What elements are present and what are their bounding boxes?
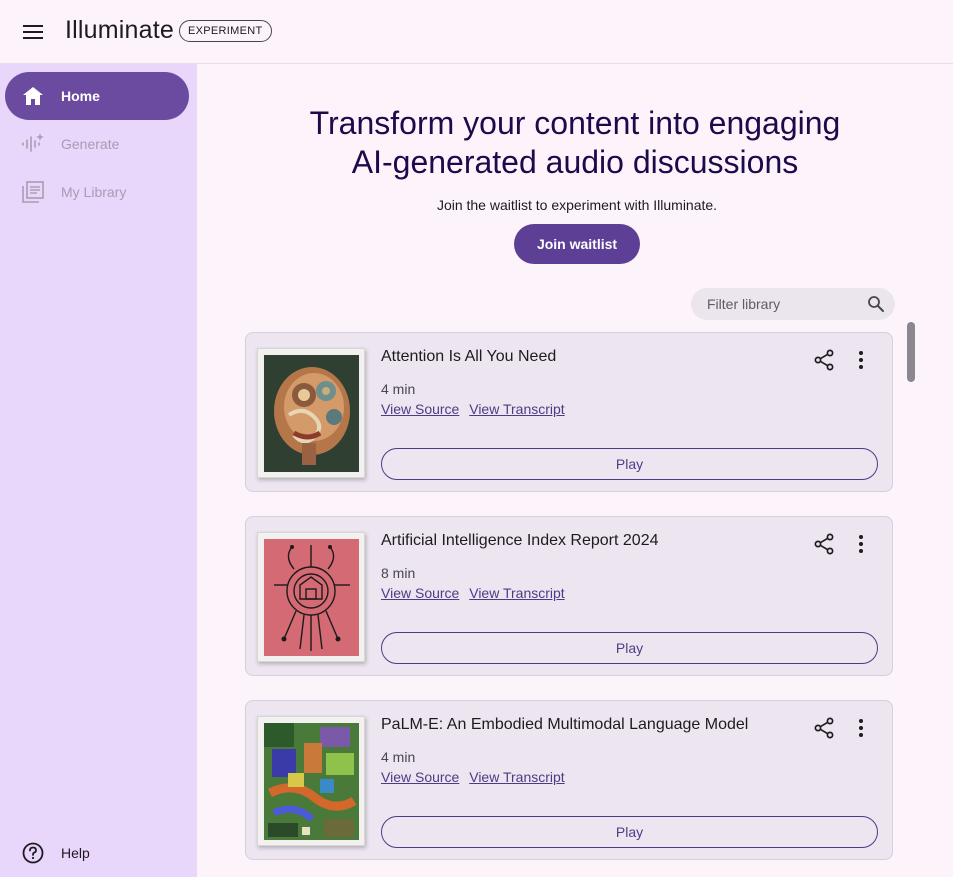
view-source-link[interactable]: View Source xyxy=(381,769,459,785)
view-source-link[interactable]: View Source xyxy=(381,585,459,601)
play-button[interactable]: Play xyxy=(381,632,878,664)
help-label: Help xyxy=(61,845,90,861)
home-icon xyxy=(21,84,45,108)
more-vert-icon[interactable] xyxy=(849,532,873,556)
sidebar-item-label: Home xyxy=(61,88,100,104)
audio-card: PaLM-E: An Embodied Multimodal Language … xyxy=(245,700,893,860)
filter-library-field[interactable] xyxy=(691,288,895,320)
scrollbar-thumb[interactable] xyxy=(907,322,915,382)
more-vert-icon[interactable] xyxy=(849,716,873,740)
more-vert-icon[interactable] xyxy=(849,348,873,372)
cover-art-image xyxy=(257,348,365,478)
sidebar-item-generate[interactable]: Generate xyxy=(5,120,189,168)
sidebar: Home Generate My Library Help xyxy=(0,64,197,877)
app-title: Illuminate xyxy=(65,16,174,44)
hero-subtitle: Join the waitlist to experiment with Ill… xyxy=(436,197,718,213)
sidebar-item-help[interactable]: Help xyxy=(5,829,189,877)
play-button[interactable]: Play xyxy=(381,448,878,480)
sidebar-item-my-library[interactable]: My Library xyxy=(5,168,189,216)
view-source-link[interactable]: View Source xyxy=(381,401,459,417)
search-icon[interactable] xyxy=(867,295,885,313)
card-duration: 4 min xyxy=(381,381,416,397)
view-transcript-link[interactable]: View Transcript xyxy=(469,585,564,601)
audio-card: Artificial Intelligence Index Report 202… xyxy=(245,516,893,676)
sparkle-waveform-icon xyxy=(21,132,45,156)
play-button[interactable]: Play xyxy=(381,816,878,848)
cover-art-image xyxy=(257,716,365,846)
join-waitlist-button[interactable]: Join waitlist xyxy=(514,224,640,264)
hero-title-line-2: AI-generated audio discussions xyxy=(351,144,799,180)
card-duration: 4 min xyxy=(381,749,416,765)
share-icon[interactable] xyxy=(812,348,836,372)
sidebar-item-home[interactable]: Home xyxy=(5,72,189,120)
card-title: PaLM-E: An Embodied Multimodal Language … xyxy=(381,716,749,733)
menu-icon[interactable] xyxy=(21,20,45,44)
view-transcript-link[interactable]: View Transcript xyxy=(469,401,564,417)
library-icon xyxy=(21,180,45,204)
view-transcript-link[interactable]: View Transcript xyxy=(469,769,564,785)
share-icon[interactable] xyxy=(812,716,836,740)
audio-card: Attention Is All You Need 4 min View Sou… xyxy=(245,332,893,492)
hero-title: Transform your content into engaging AI-… xyxy=(197,104,953,182)
top-app-bar: Illuminate EXPERIMENT xyxy=(0,0,953,64)
sidebar-item-label: My Library xyxy=(61,184,127,200)
card-duration: 8 min xyxy=(381,565,416,581)
help-icon xyxy=(21,841,45,865)
hero-title-line-1: Transform your content into engaging xyxy=(309,105,841,141)
cover-art-image xyxy=(257,532,365,662)
filter-library-input[interactable] xyxy=(707,295,857,313)
card-title: Artificial Intelligence Index Report 202… xyxy=(381,532,659,549)
card-title: Attention Is All You Need xyxy=(381,348,557,365)
share-icon[interactable] xyxy=(812,532,836,556)
sidebar-item-label: Generate xyxy=(61,136,120,152)
experiment-badge: EXPERIMENT xyxy=(179,20,272,42)
